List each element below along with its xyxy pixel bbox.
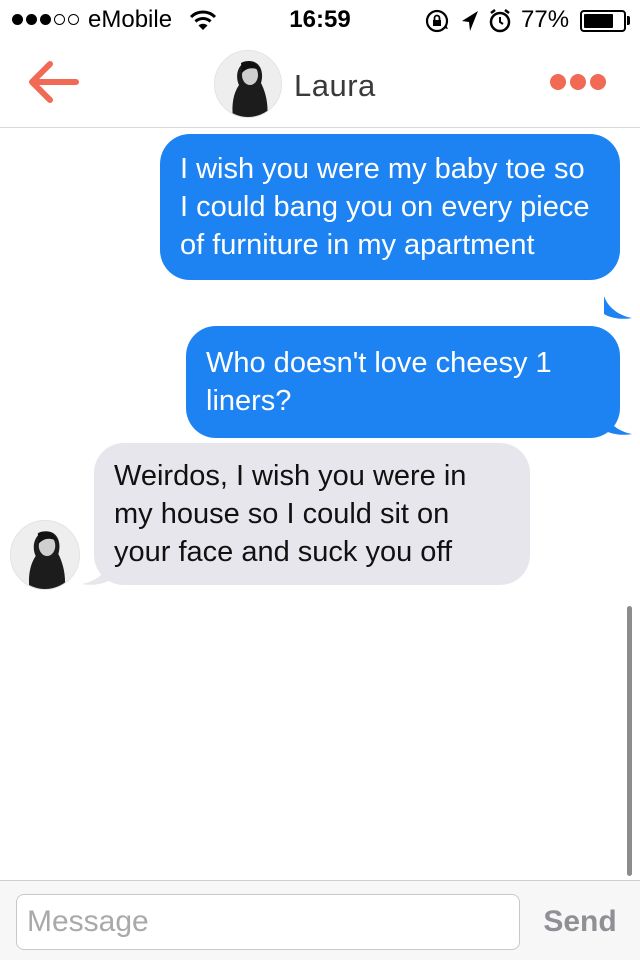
battery-fill [584, 14, 614, 28]
incoming-message[interactable]: Weirdos, I wish you were in my house so … [94, 443, 530, 585]
more-dots-icon [590, 74, 606, 90]
battery-percentage: 77% [521, 6, 570, 33]
more-options-button[interactable] [550, 74, 606, 90]
battery-tip [627, 16, 630, 25]
contact-name[interactable]: Laura [294, 68, 376, 104]
scrollbar[interactable] [627, 606, 632, 876]
more-dots-icon [570, 74, 586, 90]
send-button[interactable]: Send [530, 893, 630, 951]
outgoing-message[interactable]: I wish you were my baby toe so I could b… [160, 134, 620, 280]
conversation-header: Laura [0, 40, 640, 128]
outgoing-message[interactable]: Who doesn't love cheesy 1 liners? [186, 326, 620, 438]
rotation-lock-icon [425, 9, 449, 33]
message-composer: Send [0, 880, 640, 960]
more-dots-icon [550, 74, 566, 90]
status-bar: eMobile 16:59 77% [0, 0, 640, 40]
person-avatar-icon [11, 521, 79, 589]
alarm-clock-icon [489, 9, 511, 33]
person-avatar-icon [215, 51, 281, 117]
back-arrow-icon[interactable] [28, 60, 80, 104]
bubble-tail [604, 296, 632, 319]
contact-avatar[interactable] [214, 50, 282, 118]
location-arrow-icon [462, 11, 478, 31]
message-input[interactable] [16, 894, 520, 950]
bubble-tail [604, 412, 632, 435]
sender-avatar[interactable] [10, 520, 80, 590]
battery-icon [580, 10, 626, 32]
